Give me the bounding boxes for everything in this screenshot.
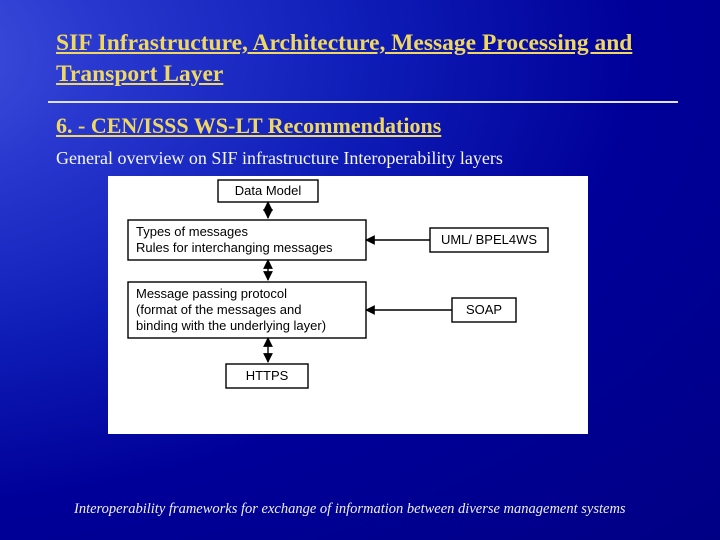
diagram-box-proto-line1: Message passing protocol	[136, 286, 287, 301]
diagram-box-proto-line2: (format of the messages and	[136, 302, 301, 317]
diagram-box-data-model: Data Model	[235, 183, 302, 198]
interoperability-layers-diagram: Data Model Types of messages Rules for i…	[108, 176, 588, 434]
slide-title: SIF Infrastructure, Architecture, Messag…	[56, 28, 672, 89]
slide-footer: Interoperability frameworks for exchange…	[74, 500, 660, 518]
diagram-side-uml: UML/ BPEL4WS	[441, 232, 537, 247]
diagram-side-soap: SOAP	[466, 302, 502, 317]
diagram-box-proto-line3: binding with the underlying layer)	[136, 318, 326, 333]
slide: SIF Infrastructure, Architecture, Messag…	[0, 0, 720, 540]
diagram-box-types-line2: Rules for interchanging messages	[136, 240, 333, 255]
diagram-box-https: HTTPS	[246, 368, 289, 383]
body-text: General overview on SIF infrastructure I…	[56, 147, 672, 170]
section-heading: 6. - CEN/ISSS WS-LT Recommendations	[56, 113, 672, 139]
diagram-box-types-line1: Types of messages	[136, 224, 248, 239]
title-divider	[48, 101, 678, 103]
